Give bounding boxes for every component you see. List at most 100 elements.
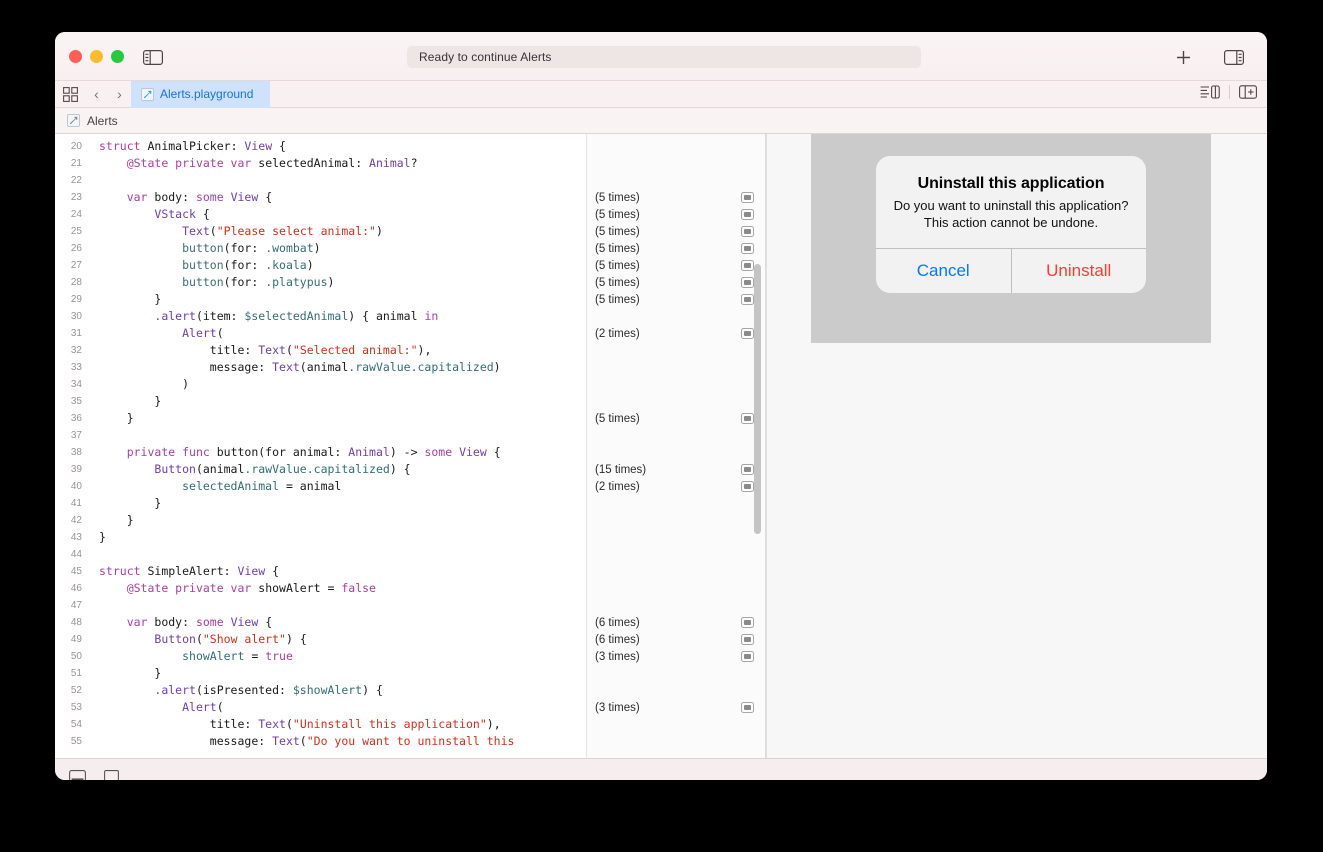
code-line[interactable]: 22 (55, 172, 586, 189)
minimize-window-button[interactable] (90, 50, 103, 63)
tabbar-nav-group: ‹ › (55, 81, 131, 107)
result-row (587, 716, 765, 733)
playground-results-sidebar: (5 times) (5 times) (5 times) (5 times) (5 t… (586, 134, 766, 758)
live-view-toggle-icon[interactable] (104, 769, 119, 780)
result-count-label: (15 times) (595, 463, 647, 476)
code-line[interactable]: 25 Text("Please select animal:") (55, 223, 586, 240)
code-text: Button("Show alert") { (154, 632, 307, 646)
chevron-left-icon[interactable]: ‹ (85, 81, 108, 108)
code-line[interactable]: 46 @State private var showAlert = false (55, 580, 586, 597)
debug-area-toggle-icon[interactable] (69, 769, 86, 780)
quick-look-result-icon[interactable] (741, 192, 754, 203)
code-text: title: Text("Uninstall this application"… (99, 717, 501, 731)
quick-look-result-icon[interactable] (741, 277, 754, 288)
code-line[interactable]: 49 Button("Show alert") { (55, 631, 586, 648)
quick-look-result-icon[interactable] (741, 226, 754, 237)
code-text: button(for: .platypus) (182, 275, 335, 289)
tab-overview-icon[interactable] (55, 86, 85, 102)
zoom-window-button[interactable] (111, 50, 124, 63)
code-text: ) (99, 377, 190, 391)
quick-look-result-icon[interactable] (741, 481, 754, 492)
close-window-button[interactable] (69, 50, 82, 63)
quick-look-result-icon[interactable] (741, 243, 754, 254)
code-line[interactable]: 28 button(for: .platypus) (55, 274, 586, 291)
code-line[interactable]: 44 (55, 546, 586, 563)
result-row (587, 580, 765, 597)
source-code-editor[interactable]: 1920struct AnimalPicker: View {21 @State… (55, 134, 586, 758)
code-line[interactable]: 52 .alert(isPresented: $showAlert) { (55, 682, 586, 699)
code-line[interactable]: 51 } (55, 665, 586, 682)
line-number: 35 (70, 396, 82, 407)
quick-look-result-icon[interactable] (741, 617, 754, 628)
code-line[interactable]: 45 struct SimpleAlert: View { (55, 563, 586, 580)
code-line[interactable]: 27 button(for: .koala) (55, 257, 586, 274)
code-line[interactable]: 29 } (55, 291, 586, 308)
editor-bottom-bar (55, 758, 1267, 780)
result-count-label: (5 times) (595, 242, 640, 255)
sidebar-left-icon[interactable] (142, 47, 164, 67)
code-line[interactable]: 26 button(for: .wombat) (55, 240, 586, 257)
chevron-right-icon[interactable]: › (108, 81, 131, 108)
code-line[interactable]: 33 message: Text(animal.rawValue.capital… (55, 359, 586, 376)
line-number: 40 (70, 481, 82, 492)
quick-look-result-icon[interactable] (741, 702, 754, 713)
editor-options-icon[interactable] (1200, 85, 1220, 99)
add-editor-icon[interactable] (1239, 85, 1257, 99)
code-line[interactable]: 20 struct AnimalPicker: View { (55, 138, 586, 155)
code-line[interactable]: 24 VStack { (55, 206, 586, 223)
code-line[interactable]: 23 var body: some View { (55, 189, 586, 206)
line-number: 46 (70, 583, 82, 594)
line-number: 52 (70, 685, 82, 696)
code-line[interactable]: 42 } (55, 512, 586, 529)
result-row: (2 times) (587, 478, 765, 495)
code-line[interactable]: 53 Alert( (55, 699, 586, 716)
alert-cancel-button[interactable]: Cancel (876, 249, 1011, 293)
xcode-window: Ready to continue Alerts ‹ › Alerts.play… (55, 32, 1267, 780)
code-line[interactable]: 31 Alert( (55, 325, 586, 342)
line-number: 37 (70, 430, 82, 441)
alert-uninstall-button[interactable]: Uninstall (1012, 249, 1147, 293)
code-line[interactable]: 34 ) (55, 376, 586, 393)
quick-look-result-icon[interactable] (741, 413, 754, 424)
sidebar-right-icon[interactable] (1223, 47, 1245, 67)
code-line[interactable]: 32 title: Text("Selected animal:"), (55, 342, 586, 359)
tabbar-right-group (1200, 85, 1257, 99)
code-text: } (99, 292, 162, 306)
quick-look-result-icon[interactable] (741, 294, 754, 305)
quick-look-result-icon[interactable] (741, 464, 754, 475)
result-row (587, 138, 765, 155)
result-row (587, 155, 765, 172)
code-text: } (99, 496, 162, 510)
quick-look-result-icon[interactable] (741, 651, 754, 662)
line-number: 47 (70, 600, 82, 611)
code-line[interactable]: 40 selectedAnimal = animal (55, 478, 586, 495)
code-line[interactable]: 47 (55, 597, 586, 614)
result-row (587, 359, 765, 376)
code-line[interactable]: 50 showAlert = true (55, 648, 586, 665)
quick-look-result-icon[interactable] (741, 209, 754, 220)
code-line[interactable]: 37 (55, 427, 586, 444)
code-line[interactable]: 36 } (55, 410, 586, 427)
quick-look-result-icon[interactable] (741, 260, 754, 271)
code-line[interactable]: 43} (55, 529, 586, 546)
code-line[interactable]: 39 Button(animal.rawValue.capitalized) { (55, 461, 586, 478)
code-line[interactable]: 38 private func button(for animal: Anima… (55, 444, 586, 461)
line-number: 48 (70, 617, 82, 628)
code-text: button(for: .koala) (182, 258, 314, 272)
quick-look-result-icon[interactable] (741, 634, 754, 645)
code-line[interactable]: 55 message: Text("Do you want to uninsta… (55, 733, 586, 750)
result-row (587, 495, 765, 512)
results-scrollbar[interactable] (754, 264, 761, 534)
tab-alerts-playground[interactable]: Alerts.playground (131, 80, 270, 108)
code-line[interactable]: 54 title: Text("Uninstall this applicati… (55, 716, 586, 733)
code-line[interactable]: 48 var body: some View { (55, 614, 586, 631)
quick-look-result-icon[interactable] (741, 328, 754, 339)
plus-icon[interactable] (1172, 47, 1194, 67)
code-line[interactable]: 41 } (55, 495, 586, 512)
breadcrumb[interactable]: Alerts (55, 108, 1267, 134)
code-line[interactable]: 21 @State private var selectedAnimal: An… (55, 155, 586, 172)
code-line[interactable]: 35 } (55, 393, 586, 410)
code-line[interactable]: 30 .alert(item: $selectedAnimal) { anima… (55, 308, 586, 325)
results-rows-container: (5 times) (5 times) (5 times) (5 times) (5 t… (587, 134, 765, 750)
code-text: private func button(for animal: Animal) … (126, 445, 501, 459)
